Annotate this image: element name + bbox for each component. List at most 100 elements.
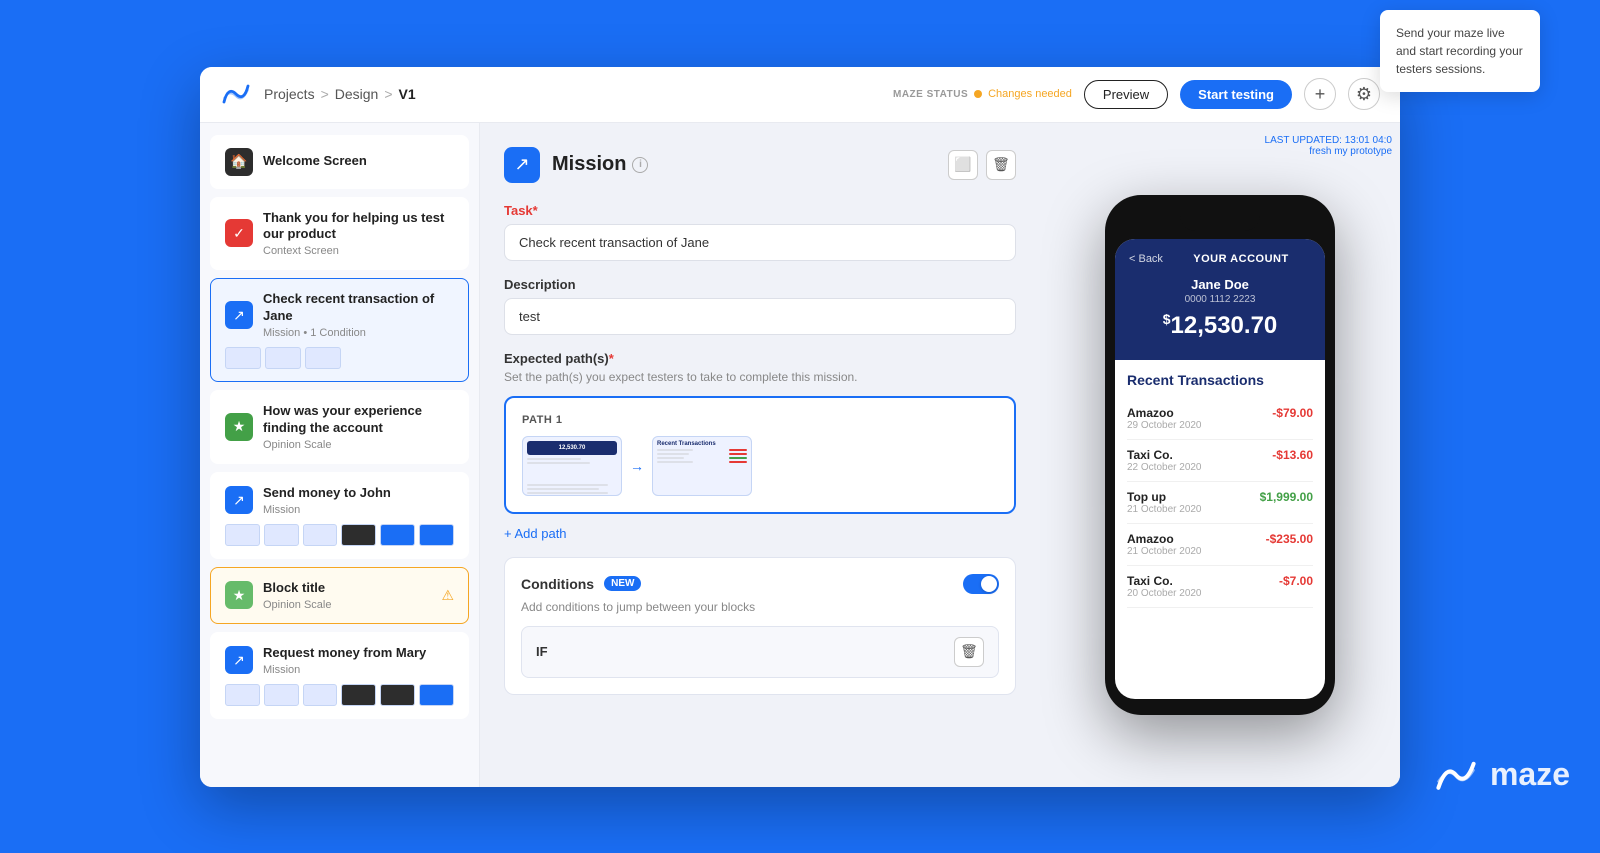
sidebar-item-requestmoney-title: Request money from Mary xyxy=(263,645,426,662)
thumb xyxy=(419,524,454,546)
thumb xyxy=(303,684,338,706)
if-row: IF 🗑 xyxy=(521,626,999,678)
body-layout: 🏠 Welcome Screen ✓ Thank you for helping… xyxy=(200,123,1400,787)
maze-brand-text: maze xyxy=(1490,756,1570,793)
sidebar-item-thankyou-title: Thank you for helping us test our produc… xyxy=(263,210,454,244)
transaction-row-2: Top up 21 October 2020 $1,999.00 xyxy=(1127,482,1313,524)
add-button[interactable]: + xyxy=(1304,78,1336,110)
transaction-name-4: Taxi Co. xyxy=(1127,574,1202,588)
thumb xyxy=(225,684,260,706)
preview-button[interactable]: Preview xyxy=(1084,80,1168,109)
task-input[interactable] xyxy=(504,224,1016,261)
sidebar-icon-welcome: 🏠 xyxy=(225,148,253,176)
last-updated: LAST UPDATED: 13:01 04:0 xyxy=(1265,135,1392,146)
breadcrumb-projects[interactable]: Projects xyxy=(264,86,315,102)
if-delete-icon[interactable]: 🗑 xyxy=(954,637,984,667)
sidebar-item-thankyou[interactable]: ✓ Thank you for helping us test our prod… xyxy=(210,197,469,271)
delete-icon[interactable]: 🗑 xyxy=(986,150,1016,180)
sidebar-item-welcome-title: Welcome Screen xyxy=(263,153,367,170)
path-screen-secondary[interactable]: Recent Transactions xyxy=(652,436,752,496)
tooltip-popup: Send your maze live and start recording … xyxy=(1380,67,1400,93)
sidebar-item-howwas-title: How was your experience finding the acco… xyxy=(263,403,454,437)
breadcrumb: Projects > Design > V1 xyxy=(264,86,416,102)
sidebar-item-blocktitle-subtitle: Opinion Scale xyxy=(263,599,431,611)
copy-icon[interactable]: ⬜ xyxy=(948,150,978,180)
transaction-name-2: Top up xyxy=(1127,490,1202,504)
expected-paths-label: Expected path(s)* xyxy=(504,351,1016,366)
sidebar-item-requestmoney-subtitle: Mission xyxy=(263,664,426,676)
thumb xyxy=(419,684,454,706)
thumb xyxy=(341,684,376,706)
path-screen-main[interactable]: 12,530.70 xyxy=(522,436,622,496)
expected-paths-sublabel: Set the path(s) you expect testers to ta… xyxy=(504,370,1016,384)
path-label-1: PATH 1 xyxy=(522,414,998,426)
sidebar-item-blocktitle[interactable]: ★ Block title Opinion Scale ⚠ xyxy=(210,567,469,624)
sidebar-item-requestmoney-thumbs xyxy=(225,684,454,706)
sidebar-item-howwas[interactable]: ★ How was your experience finding the ac… xyxy=(210,390,469,464)
mission-title: Mission i xyxy=(552,153,648,176)
phone-account-name: Jane Doe xyxy=(1129,277,1311,292)
task-label: Task* xyxy=(504,203,1016,218)
sidebar-item-howwas-subtitle: Opinion Scale xyxy=(263,439,454,451)
transaction-row-1: Taxi Co. 22 October 2020 -$13.60 xyxy=(1127,440,1313,482)
transaction-date-3: 21 October 2020 xyxy=(1127,546,1202,557)
conditions-title: Conditions xyxy=(521,576,594,592)
thumb xyxy=(265,347,301,369)
sidebar-item-checkrecent-subtitle: Mission • 1 Condition xyxy=(263,327,454,339)
thumb xyxy=(380,684,415,706)
conditions-desc: Add conditions to jump between your bloc… xyxy=(521,600,999,614)
phone-page-title: YOUR ACCOUNT xyxy=(1171,253,1311,265)
path-card-1: PATH 1 12,530.70 xyxy=(504,396,1016,514)
phone-preview-panel: LAST UPDATED: 13:01 04:0 fresh my protot… xyxy=(1040,123,1400,787)
sidebar-item-checkrecent-thumbs xyxy=(225,347,454,369)
phone-body: Recent Transactions Amazoo 29 October 20… xyxy=(1115,360,1325,620)
transaction-amount-1: -$13.60 xyxy=(1272,448,1313,462)
sidebar-item-requestmoney[interactable]: ↗ Request money from Mary Mission xyxy=(210,632,469,719)
maze-status-label: MAZE STATUS xyxy=(893,89,968,100)
thumb xyxy=(264,524,299,546)
sidebar-icon-thankyou: ✓ xyxy=(225,219,253,247)
breadcrumb-current: V1 xyxy=(399,86,416,102)
add-path-button[interactable]: + Add path xyxy=(504,526,567,541)
mission-header: ↗ Mission i ⬜ 🗑 xyxy=(504,147,1016,183)
status-dot xyxy=(974,90,982,98)
mission-actions: ⬜ 🗑 xyxy=(948,150,1016,180)
sidebar-item-welcome[interactable]: 🏠 Welcome Screen xyxy=(210,135,469,189)
transaction-row-0: Amazoo 29 October 2020 -$79.00 xyxy=(1127,398,1313,440)
transaction-name-1: Taxi Co. xyxy=(1127,448,1202,462)
transaction-name-3: Amazoo xyxy=(1127,532,1202,546)
if-label: IF xyxy=(536,644,548,659)
transaction-row-4: Taxi Co. 20 October 2020 -$7.00 xyxy=(1127,566,1313,608)
transaction-amount-2: $1,999.00 xyxy=(1260,490,1313,504)
phone-back-btn[interactable]: < Back xyxy=(1129,253,1163,265)
sidebar-icon-sendmoney: ↗ xyxy=(225,486,253,514)
sidebar-icon-howwas: ★ xyxy=(225,413,253,441)
breadcrumb-sep1: > xyxy=(321,86,329,102)
sidebar-item-sendmoney-thumbs xyxy=(225,524,454,546)
description-input[interactable] xyxy=(504,298,1016,335)
phone-balance: $12,530.70 xyxy=(1129,311,1311,340)
settings-button[interactable]: ⚙ xyxy=(1348,78,1380,110)
refresh-link[interactable]: fresh my prototype xyxy=(1265,146,1392,157)
maze-status: MAZE STATUS Changes needed xyxy=(893,88,1072,100)
transaction-name-0: Amazoo xyxy=(1127,406,1202,420)
transaction-amount-4: -$7.00 xyxy=(1279,574,1313,588)
sidebar-item-sendmoney[interactable]: ↗ Send money to John Mission xyxy=(210,472,469,559)
thumb xyxy=(380,524,415,546)
sidebar-icon-blocktitle: ★ xyxy=(225,581,253,609)
phone-notch xyxy=(1180,211,1260,231)
conditions-toggle[interactable] xyxy=(963,574,999,594)
sidebar-item-blocktitle-title: Block title xyxy=(263,580,431,597)
phone-screen-top: < Back YOUR ACCOUNT Jane Doe 0000 1112 2… xyxy=(1115,239,1325,360)
transaction-row-3: Amazoo 21 October 2020 -$235.00 xyxy=(1127,524,1313,566)
breadcrumb-design[interactable]: Design xyxy=(335,86,379,102)
maze-branding: maze xyxy=(1432,756,1570,793)
transaction-amount-3: -$235.00 xyxy=(1266,532,1313,546)
mission-info-icon[interactable]: i xyxy=(632,157,648,173)
maze-logo xyxy=(220,78,252,110)
thumb xyxy=(303,524,338,546)
phone-nav: < Back YOUR ACCOUNT xyxy=(1129,253,1311,265)
thumb xyxy=(264,684,299,706)
sidebar-item-checkrecent[interactable]: ↗ Check recent transaction of Jane Missi… xyxy=(210,278,469,382)
start-testing-button[interactable]: Start testing xyxy=(1180,80,1292,109)
